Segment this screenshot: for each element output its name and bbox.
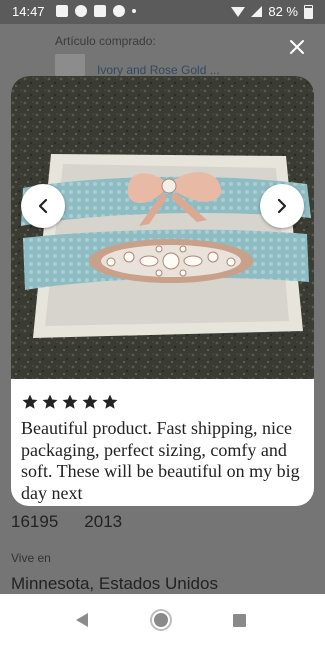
more-notifications-icon <box>132 9 136 13</box>
next-photo-button[interactable] <box>260 184 304 228</box>
star-icon <box>42 394 58 409</box>
review-text: Beautiful product. Fast shipping, nice p… <box>21 418 300 503</box>
whatsapp-icon <box>75 5 87 17</box>
wifi-icon <box>231 6 246 17</box>
close-button[interactable] <box>287 38 307 58</box>
tag-icon <box>94 5 106 17</box>
recent-apps-icon[interactable] <box>233 614 246 627</box>
purchased-item-label: Artículo comprado: <box>55 34 156 48</box>
notification-icons <box>56 5 136 17</box>
stat-value: 2013 <box>84 512 123 531</box>
status-time: 14:47 <box>12 4 45 19</box>
close-icon <box>290 40 304 54</box>
chevron-right-icon <box>277 198 287 214</box>
system-navigation-bar <box>0 594 325 650</box>
previous-photo-button[interactable] <box>21 184 65 228</box>
review-photo-modal: Beautiful product. Fast shipping, nice p… <box>11 76 314 506</box>
home-icon[interactable] <box>154 613 168 627</box>
star-icon <box>22 394 38 409</box>
battery-percent: 82 % <box>268 4 298 19</box>
back-icon[interactable] <box>76 613 88 627</box>
review-photo <box>11 76 314 379</box>
status-bar: 14:47 82 % <box>0 0 325 24</box>
signal-icon <box>251 6 263 17</box>
location-text: Minnesota, Estados Unidos <box>11 574 218 593</box>
lives-in-label: Vive en <box>11 551 51 565</box>
stat-value: 16195 <box>11 512 59 531</box>
star-icon <box>62 394 78 409</box>
purchased-item-thumbnail <box>55 54 85 76</box>
stats-row: 16195 2013 <box>11 512 122 532</box>
chevron-left-icon <box>38 198 48 214</box>
purchased-item-title[interactable]: Ivory and Rose Gold ... <box>97 63 220 77</box>
battery-icon <box>304 4 313 19</box>
star-rating <box>21 393 119 411</box>
chat-icon <box>113 5 125 17</box>
image-icon <box>56 5 68 17</box>
star-icon <box>102 394 118 409</box>
star-icon <box>82 394 98 409</box>
